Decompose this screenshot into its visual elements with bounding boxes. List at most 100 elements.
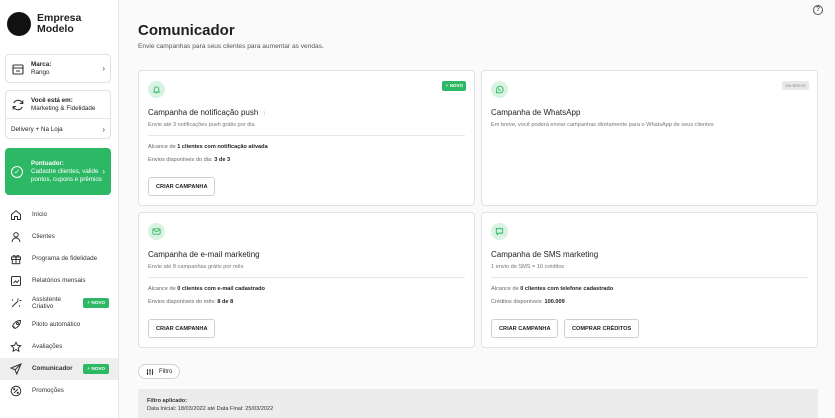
sidebar-item-label: Início — [32, 211, 48, 219]
sidebar-item-fidelidade[interactable]: Programa de fidelidade — [0, 248, 118, 270]
whatsapp-campaign-title: Campanha de WhatsApp — [491, 108, 581, 117]
whatsapp-campaign-card: EM BREVE Campanha de WhatsApp Em breve, … — [481, 70, 818, 206]
channel-value: Delivery + Na Loja — [11, 125, 63, 133]
brand[interactable]: Empresa Modelo — [7, 12, 87, 36]
sms-reach-label: Alcance de — [491, 286, 521, 292]
sidebar-item-label: Clientes — [32, 233, 55, 241]
page-subtitle: Envie campanhas para seus clientes para … — [138, 43, 324, 50]
pontuador-banner[interactable]: ✓ Pontuador: Cadastre clientes, valide p… — [5, 148, 111, 195]
new-badge-text: NOVO — [91, 300, 105, 305]
push-available: Envios disponíveis do dia: 3 de 3 — [148, 157, 230, 163]
brand-selector-value: Rango — [31, 68, 50, 76]
send-icon — [10, 363, 22, 375]
store-icon — [12, 63, 24, 75]
info-icon[interactable]: i — [264, 111, 265, 117]
module-value: Marketing & Fidelidade — [31, 104, 96, 112]
new-badge-text: NOVO — [449, 83, 463, 88]
sidebar-item-label: Comunicador — [32, 365, 73, 373]
sidebar-item-label: Promoções — [32, 387, 64, 395]
push-reach-value: 1 clientes com notificação ativada — [177, 144, 268, 150]
new-badge: ⚡ NOVO — [82, 298, 109, 308]
brand-selector[interactable]: Marca: Rango › — [5, 54, 111, 83]
percent-icon — [10, 385, 22, 397]
sidebar-item-clientes[interactable]: Clientes — [0, 226, 118, 248]
email-available: Envios disponíveis do mês: 8 de 8 — [148, 299, 233, 305]
create-sms-campaign-button[interactable]: CRIAR CAMPANHA — [491, 319, 559, 338]
sidebar-item-assistente[interactable]: Assistente Criativo ⚡ NOVO — [0, 292, 118, 314]
channel-selector[interactable]: Delivery + Na Loja › — [6, 119, 110, 139]
module-text: Você está em: Marketing & Fidelidade — [31, 97, 95, 113]
push-campaign-description: Envie até 3 notificações push grátis por… — [148, 122, 255, 128]
sidebar-item-comunicador[interactable]: Comunicador ⚡ NOVO — [0, 358, 118, 380]
sms-reach-value: 0 clientes com telefone cadastrado — [520, 286, 614, 292]
sms-icon-badge — [491, 223, 508, 240]
email-available-label: Envios disponíveis do mês: — [148, 299, 218, 305]
sms-campaign-title: Campanha de SMS marketing — [491, 250, 599, 259]
sidebar-item-promocoes[interactable]: Promoções — [0, 380, 118, 402]
applied-filter-panel: Filtro aplicado: Data Inicial: 18/03/202… — [138, 389, 818, 418]
create-push-campaign-button[interactable]: CRIAR CAMPANHA — [148, 177, 216, 196]
sidebar-item-inicio[interactable]: Início — [0, 204, 118, 226]
new-badge-text: NOVO — [91, 366, 105, 371]
sidebar-item-relatorios[interactable]: Relatórios mensais — [0, 270, 118, 292]
sidebar-item-label: Programa de fidelidade — [32, 255, 98, 263]
sidebar-item-label: Piloto automático — [32, 321, 81, 329]
whatsapp-icon-badge — [491, 81, 508, 98]
pontuador-text: Pontuador: Cadastre clientes, valide pon… — [31, 160, 102, 184]
module-selector[interactable]: Você está em: Marketing & Fidelidade — [6, 91, 110, 119]
gift-icon — [11, 255, 21, 265]
brand-selector-label: Marca: — [31, 60, 52, 68]
push-available-label: Envios disponíveis do dia: — [148, 157, 215, 163]
push-campaign-card: ⚡ NOVO Campanha de notificação push i En… — [138, 70, 475, 206]
star-icon — [10, 341, 22, 353]
email-campaign-description: Envie até 8 campanhas grátis por mês — [148, 264, 244, 270]
mail-icon-badge — [148, 223, 165, 240]
email-campaign-card: Campanha de e-mail marketing Envie até 8… — [138, 212, 475, 348]
coming-soon-badge: EM BREVE — [782, 81, 809, 90]
buy-credits-button[interactable]: COMPRAR CRÉDITOS — [564, 319, 640, 338]
sidebar-item-label: Relatórios mensais — [32, 277, 86, 285]
context-selector: Você está em: Marketing & Fidelidade Del… — [5, 90, 111, 139]
email-reach-label: Alcance de — [148, 286, 178, 292]
bell-icon-badge — [148, 81, 165, 98]
push-campaign-title: Campanha de notificação push i — [148, 108, 265, 117]
sidebar-item-label: Avaliações — [32, 343, 63, 351]
sidebar-menu: Início Clientes Programa de fidelidade R… — [0, 204, 118, 402]
applied-filter-value: Data Inicial: 18/03/2022 até Data Final:… — [147, 406, 274, 412]
applied-filter-label: Filtro aplicado: — [147, 398, 188, 404]
user-icon — [11, 232, 21, 243]
help-icon[interactable]: ? — [813, 5, 823, 15]
magic-wand-icon — [11, 298, 22, 308]
report-icon — [11, 276, 21, 286]
page-title: Comunicador — [138, 22, 235, 39]
create-email-campaign-button[interactable]: CRIAR CAMPANHA — [148, 319, 216, 338]
sms-campaign-description: 1 envio de SMS = 10 créditos — [491, 264, 565, 270]
email-reach-value: 0 clientes com e-mail cadastrado — [177, 286, 265, 292]
sidebar: Empresa Modelo Marca: Rango › Você está … — [0, 0, 119, 418]
filter-button[interactable]: Filtro — [138, 364, 181, 379]
brand-logo — [7, 12, 31, 36]
chat-icon — [495, 228, 504, 236]
push-available-value: 3 de 3 — [214, 157, 231, 163]
sms-credits-label: Créditos disponíveis: — [491, 299, 545, 305]
new-badge: ⚡ NOVO — [442, 81, 466, 91]
sidebar-item-piloto[interactable]: Piloto automático — [0, 314, 118, 336]
filter-sliders-icon — [146, 368, 154, 375]
refresh-icon — [12, 99, 24, 110]
pontuador-description: Cadastre clientes, valide pontos, cupons… — [31, 167, 102, 183]
brand-selector-text: Marca: Rango — [31, 61, 102, 77]
divider — [491, 277, 808, 278]
chevron-right-icon: › — [102, 124, 105, 134]
sms-credits-value: 100.009 — [544, 299, 565, 305]
sms-reach: Alcance de 0 clientes com telefone cadas… — [491, 286, 613, 292]
new-badge: ⚡ NOVO — [82, 364, 109, 374]
chevron-right-icon: › — [102, 64, 105, 73]
email-available-value: 8 de 8 — [217, 299, 234, 305]
check-circle-icon: ✓ — [11, 165, 23, 178]
home-icon — [11, 210, 21, 220]
brand-name: Empresa Modelo — [37, 12, 82, 35]
sms-credits: Créditos disponíveis: 100.009 — [491, 299, 565, 305]
module-label: Você está em: — [31, 96, 73, 104]
push-reach-label: Alcance de — [148, 144, 178, 150]
sidebar-item-avaliacoes[interactable]: Avaliações — [0, 336, 118, 358]
